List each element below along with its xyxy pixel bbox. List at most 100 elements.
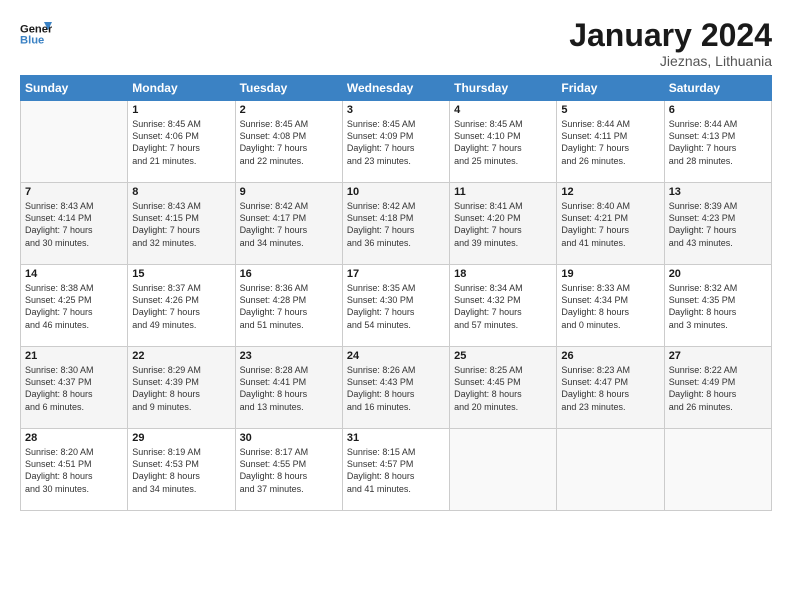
- cell-info: Sunrise: 8:45 AM Sunset: 4:10 PM Dayligh…: [454, 118, 552, 167]
- logo-icon: General Blue: [20, 18, 52, 50]
- day-cell: 25 Sunrise: 8:25 AM Sunset: 4:45 PM Dayli…: [450, 347, 557, 429]
- day-cell: 21Sunrise: 8:30 AM Sunset: 4:37 PM Dayli…: [21, 347, 128, 429]
- month-title: January 2024: [569, 18, 772, 53]
- day-number: 15: [132, 268, 230, 280]
- cell-info: Sunrise: 8:39 AM Sunset: 4:23 PM Dayligh…: [669, 200, 767, 249]
- cell-info: Sunrise: 8:38 AM Sunset: 4:25 PM Dayligh…: [25, 282, 123, 331]
- header: General Blue January 2024 Jieznas, Lithu…: [20, 18, 772, 69]
- col-header-wednesday: Wednesday: [342, 76, 449, 101]
- cell-info: Sunrise: 8:20 AM Sunset: 4:51 PM Dayligh…: [25, 446, 123, 495]
- day-cell: 1 Sunrise: 8:45 AM Sunset: 4:06 PM Daylig…: [128, 101, 235, 183]
- week-row-1: 1 Sunrise: 8:45 AM Sunset: 4:06 PM Daylig…: [21, 101, 772, 183]
- day-cell: [450, 429, 557, 511]
- day-cell: 22 Sunrise: 8:29 AM Sunset: 4:39 PM Dayli…: [128, 347, 235, 429]
- title-block: January 2024 Jieznas, Lithuania: [569, 18, 772, 69]
- day-cell: 11 Sunrise: 8:41 AM Sunset: 4:20 PM Dayli…: [450, 183, 557, 265]
- day-cell: [557, 429, 664, 511]
- cell-info: Sunrise: 8:32 AM Sunset: 4:35 PM Dayligh…: [669, 282, 767, 331]
- day-number: 11: [454, 186, 552, 198]
- day-number: 3: [347, 104, 445, 116]
- day-number: 26: [561, 350, 659, 362]
- col-header-friday: Friday: [557, 76, 664, 101]
- cell-info: Sunrise: 8:44 AM Sunset: 4:13 PM Dayligh…: [669, 118, 767, 167]
- location: Jieznas, Lithuania: [569, 53, 772, 69]
- cell-info: Sunrise: 8:45 AM Sunset: 4:06 PM Dayligh…: [132, 118, 230, 167]
- col-header-monday: Monday: [128, 76, 235, 101]
- day-cell: [21, 101, 128, 183]
- cell-info: Sunrise: 8:43 AM Sunset: 4:15 PM Dayligh…: [132, 200, 230, 249]
- day-number: 31: [347, 432, 445, 444]
- cell-info: Sunrise: 8:34 AM Sunset: 4:32 PM Dayligh…: [454, 282, 552, 331]
- day-cell: 18 Sunrise: 8:34 AM Sunset: 4:32 PM Dayli…: [450, 265, 557, 347]
- day-number: 18: [454, 268, 552, 280]
- day-number: 30: [240, 432, 338, 444]
- day-number: 12: [561, 186, 659, 198]
- day-cell: 23 Sunrise: 8:28 AM Sunset: 4:41 PM Dayli…: [235, 347, 342, 429]
- day-cell: 20 Sunrise: 8:32 AM Sunset: 4:35 PM Dayli…: [664, 265, 771, 347]
- cell-info: Sunrise: 8:25 AM Sunset: 4:45 PM Dayligh…: [454, 364, 552, 413]
- day-number: 17: [347, 268, 445, 280]
- col-header-tuesday: Tuesday: [235, 76, 342, 101]
- day-cell: 5Sunrise: 8:44 AM Sunset: 4:11 PM Daylig…: [557, 101, 664, 183]
- day-number: 9: [240, 186, 338, 198]
- cell-info: Sunrise: 8:42 AM Sunset: 4:18 PM Dayligh…: [347, 200, 445, 249]
- week-row-2: 7 Sunrise: 8:43 AM Sunset: 4:14 PM Daylig…: [21, 183, 772, 265]
- day-cell: 19 Sunrise: 8:33 AM Sunset: 4:34 PM Dayli…: [557, 265, 664, 347]
- cell-info: Sunrise: 8:15 AM Sunset: 4:57 PM Dayligh…: [347, 446, 445, 495]
- day-number: 13: [669, 186, 767, 198]
- day-cell: 3 Sunrise: 8:45 AM Sunset: 4:09 PM Daylig…: [342, 101, 449, 183]
- day-cell: 4Sunrise: 8:45 AM Sunset: 4:10 PM Daylig…: [450, 101, 557, 183]
- day-cell: 17 Sunrise: 8:35 AM Sunset: 4:30 PM Dayli…: [342, 265, 449, 347]
- col-header-saturday: Saturday: [664, 76, 771, 101]
- day-number: 6: [669, 104, 767, 116]
- day-number: 20: [669, 268, 767, 280]
- day-cell: 9 Sunrise: 8:42 AM Sunset: 4:17 PM Daylig…: [235, 183, 342, 265]
- cell-info: Sunrise: 8:23 AM Sunset: 4:47 PM Dayligh…: [561, 364, 659, 413]
- week-row-5: 28 Sunrise: 8:20 AM Sunset: 4:51 PM Dayli…: [21, 429, 772, 511]
- cell-info: Sunrise: 8:37 AM Sunset: 4:26 PM Dayligh…: [132, 282, 230, 331]
- day-cell: [664, 429, 771, 511]
- day-cell: 16Sunrise: 8:36 AM Sunset: 4:28 PM Dayli…: [235, 265, 342, 347]
- cell-info: Sunrise: 8:43 AM Sunset: 4:14 PM Dayligh…: [25, 200, 123, 249]
- day-number: 23: [240, 350, 338, 362]
- day-number: 28: [25, 432, 123, 444]
- day-cell: 14Sunrise: 8:38 AM Sunset: 4:25 PM Dayli…: [21, 265, 128, 347]
- cell-info: Sunrise: 8:26 AM Sunset: 4:43 PM Dayligh…: [347, 364, 445, 413]
- svg-text:Blue: Blue: [20, 35, 44, 47]
- day-cell: 15 Sunrise: 8:37 AM Sunset: 4:26 PM Dayli…: [128, 265, 235, 347]
- day-cell: 31 Sunrise: 8:15 AM Sunset: 4:57 PM Dayli…: [342, 429, 449, 511]
- day-number: 27: [669, 350, 767, 362]
- cell-info: Sunrise: 8:29 AM Sunset: 4:39 PM Dayligh…: [132, 364, 230, 413]
- day-number: 19: [561, 268, 659, 280]
- week-row-4: 21Sunrise: 8:30 AM Sunset: 4:37 PM Dayli…: [21, 347, 772, 429]
- cell-info: Sunrise: 8:17 AM Sunset: 4:55 PM Dayligh…: [240, 446, 338, 495]
- cell-info: Sunrise: 8:35 AM Sunset: 4:30 PM Dayligh…: [347, 282, 445, 331]
- day-number: 2: [240, 104, 338, 116]
- cell-info: Sunrise: 8:41 AM Sunset: 4:20 PM Dayligh…: [454, 200, 552, 249]
- day-number: 8: [132, 186, 230, 198]
- cell-info: Sunrise: 8:28 AM Sunset: 4:41 PM Dayligh…: [240, 364, 338, 413]
- cell-info: Sunrise: 8:22 AM Sunset: 4:49 PM Dayligh…: [669, 364, 767, 413]
- header-row: SundayMondayTuesdayWednesdayThursdayFrid…: [21, 76, 772, 101]
- day-number: 24: [347, 350, 445, 362]
- day-cell: 6 Sunrise: 8:44 AM Sunset: 4:13 PM Daylig…: [664, 101, 771, 183]
- day-cell: 24 Sunrise: 8:26 AM Sunset: 4:43 PM Dayli…: [342, 347, 449, 429]
- cell-info: Sunrise: 8:44 AM Sunset: 4:11 PM Dayligh…: [561, 118, 659, 167]
- day-cell: 29 Sunrise: 8:19 AM Sunset: 4:53 PM Dayli…: [128, 429, 235, 511]
- day-cell: 8 Sunrise: 8:43 AM Sunset: 4:15 PM Daylig…: [128, 183, 235, 265]
- day-cell: 12Sunrise: 8:40 AM Sunset: 4:21 PM Dayli…: [557, 183, 664, 265]
- day-cell: 10Sunrise: 8:42 AM Sunset: 4:18 PM Dayli…: [342, 183, 449, 265]
- day-number: 16: [240, 268, 338, 280]
- cell-info: Sunrise: 8:33 AM Sunset: 4:34 PM Dayligh…: [561, 282, 659, 331]
- cell-info: Sunrise: 8:42 AM Sunset: 4:17 PM Dayligh…: [240, 200, 338, 249]
- day-cell: 26 Sunrise: 8:23 AM Sunset: 4:47 PM Dayli…: [557, 347, 664, 429]
- day-number: 1: [132, 104, 230, 116]
- day-number: 22: [132, 350, 230, 362]
- day-number: 25: [454, 350, 552, 362]
- logo: General Blue: [20, 18, 52, 50]
- cell-info: Sunrise: 8:19 AM Sunset: 4:53 PM Dayligh…: [132, 446, 230, 495]
- day-number: 7: [25, 186, 123, 198]
- cell-info: Sunrise: 8:45 AM Sunset: 4:09 PM Dayligh…: [347, 118, 445, 167]
- day-number: 29: [132, 432, 230, 444]
- col-header-thursday: Thursday: [450, 76, 557, 101]
